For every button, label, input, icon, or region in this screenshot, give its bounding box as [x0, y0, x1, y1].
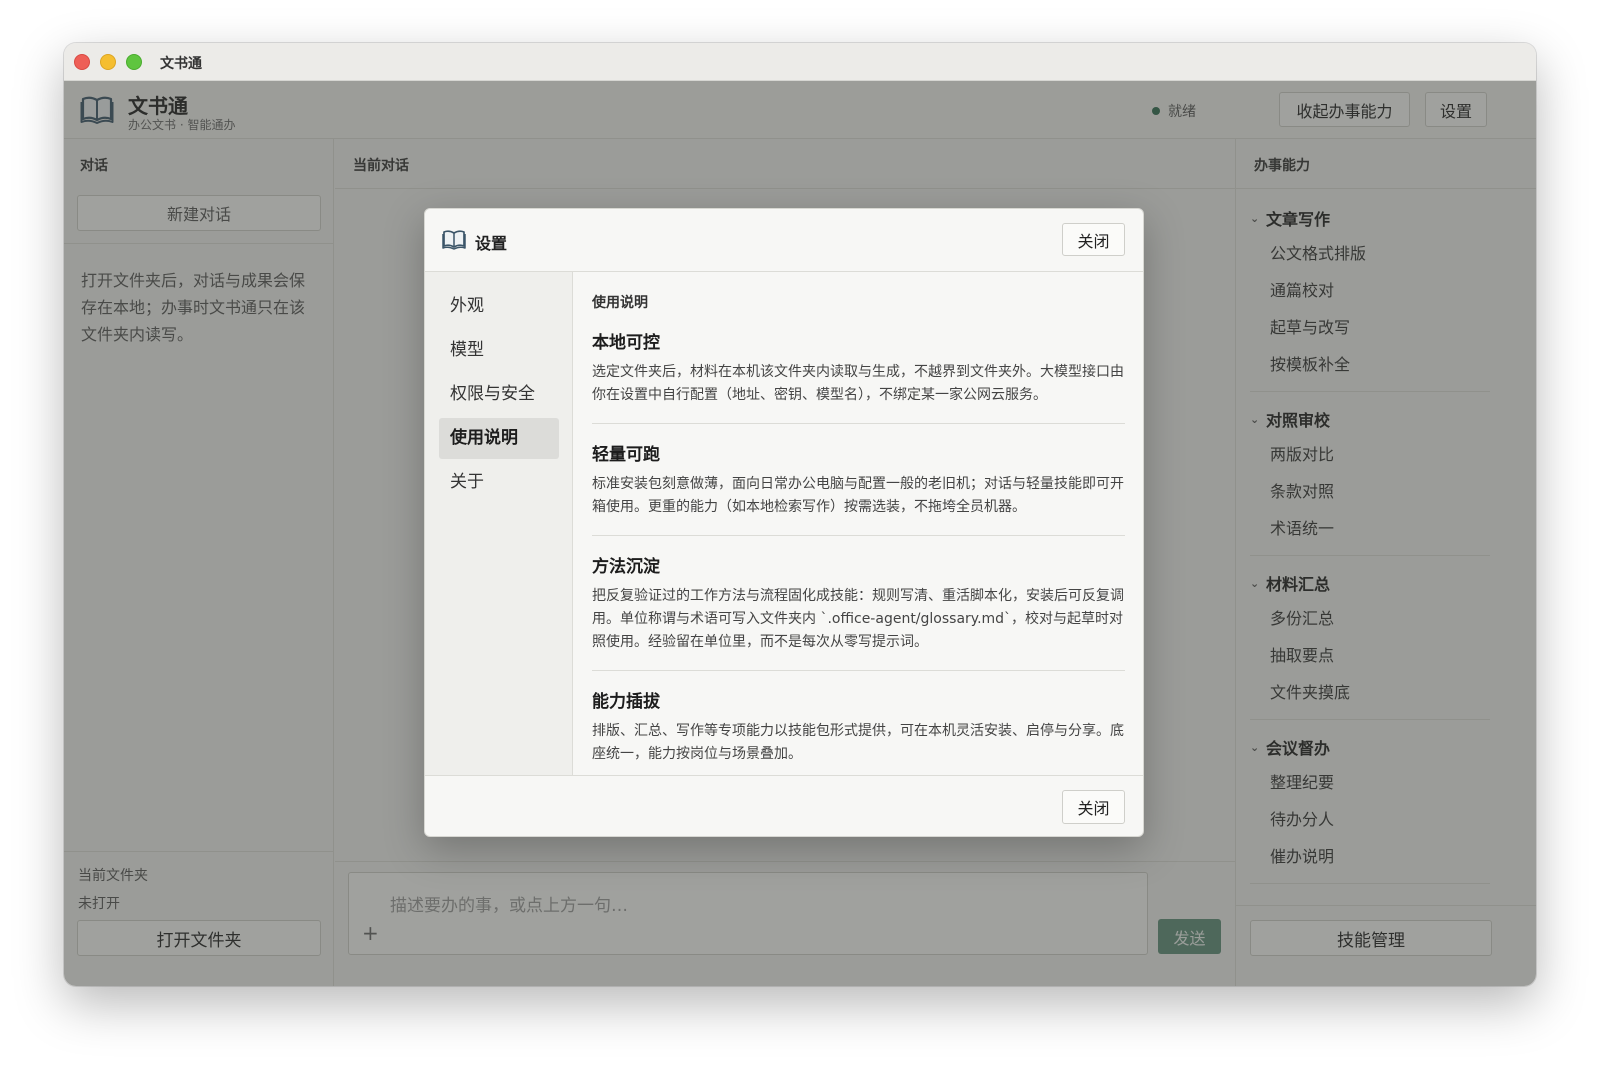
dialog-title: 设置 [475, 234, 508, 253]
settings-nav: 外观 模型 权限与安全 使用说明 关于 [425, 272, 573, 775]
settings-dialog: 设置 关闭 外观 模型 权限与安全 使用说明 关于 使用说明 本地可控 选定文件… [424, 208, 1144, 837]
settings-nav-usage[interactable]: 使用说明 [439, 418, 559, 459]
usage-section: 轻量可跑 标准安装包刻意做薄，面向日常办公电脑与配置一般的老旧机；对话与轻量技能… [592, 440, 1125, 536]
usage-section-title: 方法沉淀 [592, 557, 660, 577]
dialog-close-button-footer[interactable]: 关闭 [1062, 790, 1125, 824]
usage-section-body: 排版、汇总、写作等专项能力以技能包形式提供，可在本机灵活安装、启停与分享。底座统… [592, 723, 1124, 762]
usage-section: 方法沉淀 把反复验证过的工作方法与流程固化成技能：规则写清、重活脚本化，安装后可… [592, 552, 1125, 671]
settings-nav-permissions[interactable]: 权限与安全 [439, 374, 559, 415]
settings-content: 使用说明 本地可控 选定文件夹后，材料在本机该文件夹内读取与生成，不越界到文件夹… [592, 272, 1125, 775]
usage-section: 能力插拔 排版、汇总、写作等专项能力以技能包形式提供，可在本机灵活安装、启停与分… [592, 687, 1125, 782]
usage-section: 本地可控 选定文件夹后，材料在本机该文件夹内读取与生成，不越界到文件夹外。大模型… [592, 328, 1125, 424]
settings-nav-appearance[interactable]: 外观 [439, 286, 559, 327]
settings-nav-model[interactable]: 模型 [439, 330, 559, 371]
zoom-window-button[interactable] [126, 54, 142, 70]
usage-section-body: 标准安装包刻意做薄，面向日常办公电脑与配置一般的老旧机；对话与轻量技能即可开箱使… [592, 476, 1124, 515]
usage-section-body: 把反复验证过的工作方法与流程固化成技能：规则写清、重活脚本化，安装后可反复调用。… [592, 588, 1124, 650]
usage-section-title: 本地可控 [592, 333, 660, 353]
usage-section-title: 能力插拔 [592, 692, 660, 712]
usage-section-body: 选定文件夹后，材料在本机该文件夹内读取与生成，不越界到文件夹外。大模型接口由你在… [592, 364, 1124, 403]
app-window: 文书通 文书通 办公文书 · 智能通办 就绪 收起办事能力 设置 对话 新建对话… [64, 43, 1536, 986]
usage-section-title: 轻量可跑 [592, 445, 660, 465]
title-bar: 文书通 [64, 43, 1536, 81]
settings-nav-about[interactable]: 关于 [439, 462, 559, 503]
content-heading: 使用说明 [592, 295, 648, 311]
close-window-button[interactable] [74, 54, 90, 70]
usage-sections: 本地可控 选定文件夹后，材料在本机该文件夹内读取与生成，不越界到文件夹外。大模型… [592, 328, 1125, 798]
dialog-close-button[interactable]: 关闭 [1062, 223, 1125, 256]
dialog-footer: 关闭 [425, 775, 1143, 836]
window-title: 文书通 [160, 56, 202, 72]
open-book-icon [442, 230, 466, 250]
minimize-window-button[interactable] [100, 54, 116, 70]
dialog-header: 设置 关闭 [425, 209, 1143, 272]
